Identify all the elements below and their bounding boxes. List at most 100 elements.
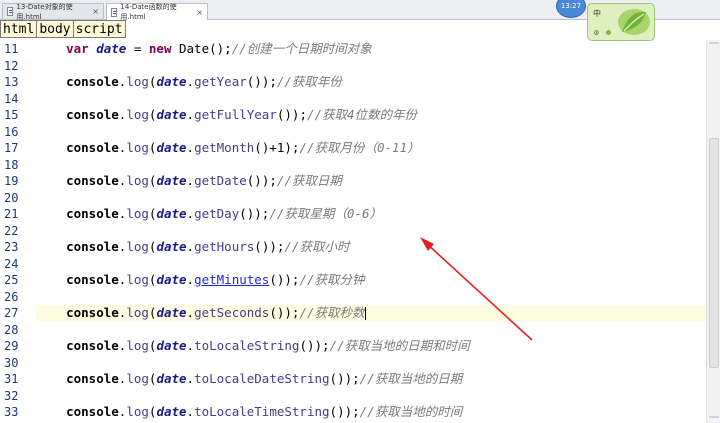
code-token: date	[156, 107, 187, 122]
code-comment: //获取小时	[284, 239, 350, 254]
code-line[interactable]: console.log(date.getDate());//获取日期	[36, 173, 706, 189]
code-token: ());	[246, 74, 277, 89]
ime-toolbar[interactable]: 中 ⚙	[587, 3, 655, 41]
tab-date-object[interactable]: 13-Date对象的使用.html ×	[2, 3, 104, 21]
breadcrumb-html[interactable]: html	[0, 20, 38, 38]
code-token: .	[186, 173, 195, 188]
line-number: 25	[4, 273, 19, 287]
code-token: ());	[246, 173, 277, 188]
code-token: log	[126, 74, 149, 89]
line-number: 15	[4, 108, 19, 122]
leaf-logo-icon	[618, 9, 650, 35]
code-line[interactable]	[36, 355, 706, 371]
code-comment: //获取当地的日期	[359, 371, 463, 386]
code-token: getHours	[194, 239, 255, 254]
code-line[interactable]: console.log(date.toLocaleString());//获取当…	[36, 338, 706, 354]
code-token: log	[126, 272, 149, 287]
code-line[interactable]	[36, 322, 706, 338]
vertical-scrollbar[interactable]	[706, 40, 720, 423]
tab-date-functions[interactable]: 14-Date函数的使用.html ×	[106, 3, 208, 21]
code-line[interactable]	[36, 256, 706, 272]
code-token: .	[186, 107, 195, 122]
code-line[interactable]: console.log(date.getMinutes());//获取分钟	[36, 272, 706, 288]
ime-mode-label[interactable]: 中	[593, 8, 601, 19]
code-token: ());	[329, 371, 360, 386]
code-line[interactable]	[36, 289, 706, 305]
code-token: Date();	[171, 41, 232, 56]
close-icon[interactable]: ×	[196, 8, 203, 17]
close-icon[interactable]: ×	[92, 7, 99, 16]
code-comment: //获取秒数	[299, 305, 365, 320]
code-line[interactable]: console.log(date.getYear());//获取年份	[36, 74, 706, 90]
line-number: 29	[4, 339, 19, 353]
code-text: console.log(date.toLocaleDateString());/…	[36, 371, 462, 387]
breadcrumb-body[interactable]: body	[36, 20, 74, 38]
code-line[interactable]	[36, 91, 706, 107]
code-keyword: new	[148, 41, 172, 56]
code-line[interactable]	[36, 388, 706, 404]
code-text: console.log(date.getDay());//获取星期（0-6）	[36, 206, 382, 222]
code-line[interactable]	[36, 223, 706, 239]
code-token: ()+1);	[254, 140, 300, 155]
code-line[interactable]: console.log(date.getFullYear());//获取4位数的…	[36, 107, 706, 123]
code-comment: //获取星期（0-6）	[269, 206, 382, 221]
code-token: ());	[276, 107, 307, 122]
code-line[interactable]: console.log(date.getMonth()+1);//获取月份（0-…	[36, 140, 706, 156]
code-token: .	[186, 305, 195, 320]
code-line[interactable]	[36, 58, 706, 74]
code-token: date	[156, 173, 187, 188]
code-comment: //获取4位数的年份	[306, 107, 418, 122]
code-token: .	[186, 371, 195, 386]
code-comment: //获取当地的时间	[359, 404, 463, 419]
code-token: log	[126, 206, 149, 221]
code-line[interactable]: var date = new Date();//创建一个日期时间对象	[36, 41, 706, 57]
code-token: date	[156, 371, 187, 386]
code-token: getMonth	[194, 140, 255, 155]
scrollbar-thumb[interactable]	[709, 138, 719, 368]
code-token[interactable]: getMinutes	[194, 272, 269, 287]
code-token: toLocaleTimeString	[194, 404, 330, 419]
code-token: log	[126, 140, 149, 155]
code-token: ());	[299, 338, 330, 353]
line-number: 20	[4, 190, 19, 205]
scroll-marker	[709, 42, 719, 44]
code-line[interactable]	[36, 157, 706, 173]
code-token: getDay	[194, 206, 240, 221]
line-number: 24	[4, 256, 19, 271]
code-line[interactable]: console.log(date.toLocaleTimeString());/…	[36, 404, 706, 420]
code-token: ());	[329, 404, 360, 419]
code-token: log	[126, 338, 149, 353]
code-token: =	[126, 41, 149, 56]
code-text: console.log(date.getSeconds());//获取秒数	[36, 305, 366, 321]
code-text: var date = new Date();//创建一个日期时间对象	[36, 41, 372, 57]
code-line[interactable]: console.log(date.getDay());//获取星期（0-6）	[36, 206, 706, 222]
code-token: .	[186, 206, 195, 221]
code-text: console.log(date.getFullYear());//获取4位数的…	[36, 107, 417, 123]
line-number: 31	[4, 372, 19, 386]
code-text: console.log(date.getMinutes());//获取分钟	[36, 272, 364, 288]
code-line[interactable]: console.log(date.getSeconds());//获取秒数	[36, 305, 706, 321]
code-token: .	[186, 239, 195, 254]
text-cursor	[364, 307, 366, 320]
code-line[interactable]: console.log(date.getHours());//获取小时	[36, 239, 706, 255]
code-comment: //获取当地的日期和时间	[329, 338, 470, 353]
code-token: log	[126, 107, 149, 122]
code-token: console	[66, 107, 119, 122]
line-number: 21	[4, 207, 19, 221]
breadcrumb-script[interactable]: script	[72, 20, 126, 38]
code-line[interactable]: console.log(date.toLocaleDateString());/…	[36, 371, 706, 387]
code-line[interactable]	[36, 190, 706, 206]
gear-icon[interactable]: ⚙	[594, 28, 599, 37]
code-token: date	[156, 272, 187, 287]
tab-label: 14-Date函数的使用.html	[120, 3, 177, 21]
code-editor[interactable]: var date = new Date();//创建一个日期时间对象 conso…	[36, 40, 706, 423]
line-number: 30	[4, 355, 19, 370]
code-text: console.log(date.getDate());//获取日期	[36, 173, 342, 189]
code-token: date	[156, 305, 187, 320]
code-line[interactable]	[36, 124, 706, 140]
line-number: 19	[4, 174, 19, 188]
